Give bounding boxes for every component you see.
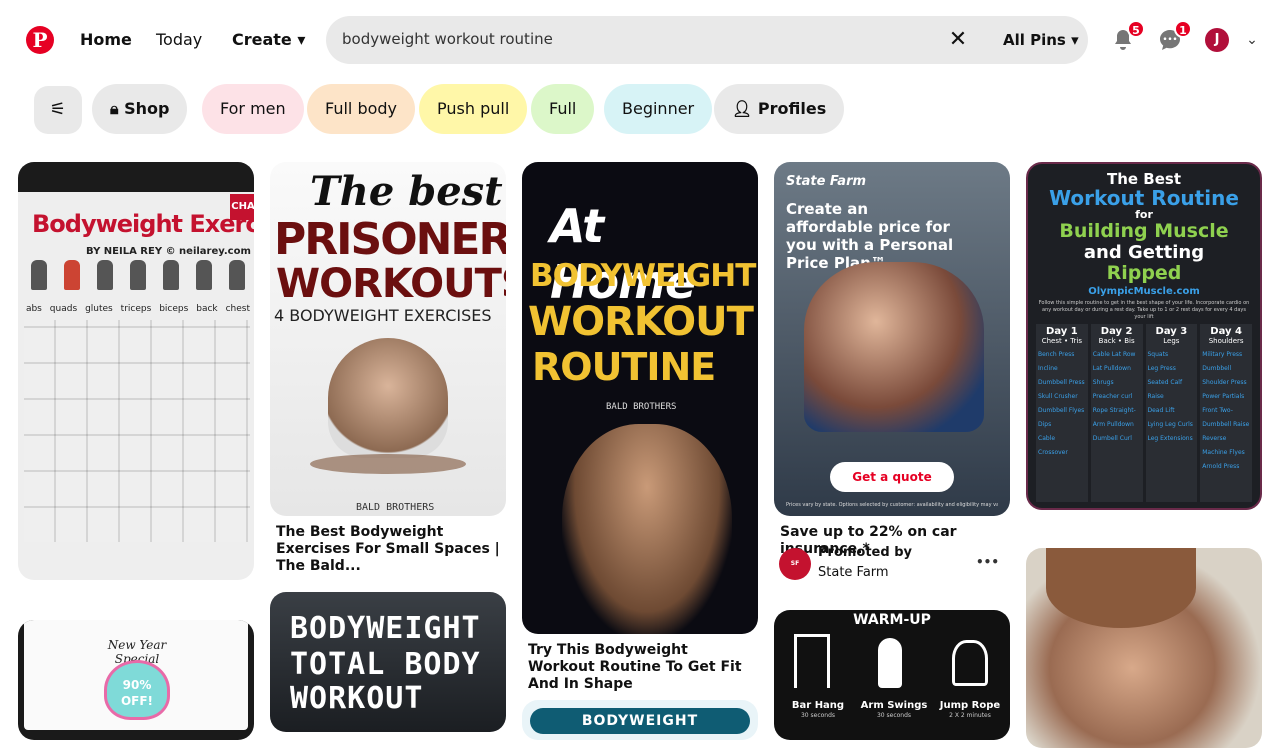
chip-for-men[interactable]: For men — [202, 84, 304, 134]
pin-line-prisoner: PRISONER — [274, 214, 506, 265]
notifications-badge: 5 — [1127, 20, 1145, 38]
muscle-figures — [22, 260, 254, 290]
chip-full[interactable]: Full — [531, 84, 595, 134]
pin-line-1: BODYWEIGHT — [290, 611, 481, 646]
offer-heart: 90% OFF! — [104, 660, 170, 720]
pin-prisoner-workouts[interactable]: The best PRISONER WORKOUTS 4 BODYWEIGHT … — [270, 162, 506, 516]
advertiser-name[interactable]: State Farm — [818, 565, 889, 580]
athlete-photo — [328, 338, 448, 458]
search-input[interactable]: bodyweight workout routine — [342, 30, 553, 48]
chip-full-body[interactable]: Full body — [307, 84, 416, 134]
pin-video-workout[interactable] — [1026, 548, 1262, 748]
clear-search-button[interactable]: ✕ — [945, 28, 971, 54]
pin-line-workouts: WORKOUTS — [276, 261, 506, 307]
pin-title-2: Workout Routine — [1049, 186, 1239, 210]
warmup-item-sub: 30 seconds — [800, 712, 836, 719]
account-menu-chevron-icon[interactable]: ⌄ — [1240, 26, 1264, 54]
pin-subline: 4 BODYWEIGHT EXERCISES — [274, 306, 492, 325]
exercise-grid — [24, 320, 250, 542]
video-subject-hair — [1046, 548, 1196, 628]
pin-caption-at-home[interactable]: Try This Bodyweight Workout Routine To G… — [528, 642, 758, 693]
arm-swings-icon — [878, 638, 902, 688]
all-pins-dropdown[interactable]: All Pins ▾ — [1003, 29, 1079, 51]
routine-table: Day 1 Chest • Tris Bench Press Incline D… — [1036, 324, 1252, 502]
pin-line-the-best: The best — [310, 168, 503, 215]
user-avatar[interactable]: J — [1205, 28, 1229, 52]
person-icon: 👤︎ — [732, 99, 758, 118]
pin-line-bodyweight: BODYWEIGHT — [530, 258, 756, 294]
pin-title-4: Building Muscle — [1059, 220, 1229, 242]
pin-header-bar — [18, 162, 254, 192]
pin-caption-prisoner[interactable]: The Best Bodyweight Exercises For Small … — [276, 524, 506, 575]
pin-total-body-workout[interactable]: BODYWEIGHT TOTAL BODY WORKOUT — [270, 592, 506, 732]
messages-icon[interactable]: 1 — [1154, 20, 1192, 56]
day-column: Day 3 Legs Squats Leg Press Seated Calf … — [1145, 324, 1198, 502]
ad-fineprint: Prices vary by state. Options selected b… — [786, 502, 998, 508]
muscle-labels: abs quads glutes triceps biceps back chest — [25, 304, 250, 314]
more-options-icon[interactable]: ••• — [976, 555, 999, 569]
day-column: Day 1 Chest • Tris Bench Press Incline D… — [1036, 324, 1088, 502]
pin-headline: BODYWEIGHT WORKOUTS — [530, 708, 750, 740]
pin-intro: Follow this simple routine to get in the… — [1038, 300, 1250, 320]
warmup-item-sub: 30 seconds — [876, 712, 912, 719]
shopping-bag-icon: 🔒︎ — [110, 99, 125, 118]
get-quote-button[interactable]: Get a quote — [830, 462, 954, 492]
nav-create[interactable]: Create ▾ — [230, 29, 307, 51]
pin-state-farm-ad[interactable]: State Farm Create an affordable price fo… — [774, 162, 1010, 516]
pin-olympic-muscle-routine[interactable]: The Best Workout Routine for Building Mu… — [1026, 162, 1262, 510]
chip-push-pull[interactable]: Push pull — [419, 84, 528, 134]
warmup-item-label: Jump Rope — [939, 700, 1001, 711]
athlete-arms — [310, 454, 466, 474]
pin-bodyweight-exercises[interactable]: CHA Bodyweight Exercises BY NEILA REY © … — [18, 162, 254, 580]
pin-warm-up[interactable]: WARM-UP Bar Hang 30 seconds Arm Swings 3… — [774, 610, 1010, 740]
ad-photo — [804, 262, 984, 432]
pin-title: WARM-UP — [853, 612, 931, 628]
chip-profiles[interactable]: 👤︎ Profiles — [714, 84, 845, 134]
chip-shop[interactable]: 🔒︎ Shop — [92, 84, 188, 134]
pin-line-3: WORKOUT — [290, 681, 424, 716]
pin-line-2: TOTAL BODY — [290, 647, 481, 682]
pin-brand: BALD BROTHERS — [606, 402, 677, 412]
athlete-photo — [562, 424, 732, 634]
pin-line-routine: ROUTINE — [532, 345, 716, 389]
warmup-item-label: Arm Swings — [860, 700, 928, 711]
day-column: Day 4 Shoulders Military Press Dumbbell … — [1200, 324, 1252, 502]
pin-brand: BALD BROTHERS — [356, 502, 435, 513]
nav-today[interactable]: Today — [154, 29, 204, 51]
pin-title-5: and Getting — [1083, 242, 1205, 263]
pin-title-6: Ripped — [1106, 262, 1182, 284]
messages-badge: 1 — [1174, 20, 1192, 38]
promoted-label: Promoted by — [818, 545, 912, 560]
pin-chart-title: Bodyweight Exercises — [32, 210, 254, 238]
pin-site: OlympicMuscle.com — [1088, 286, 1200, 297]
pin-byline: BY NEILA REY © neilarey.com — [86, 246, 251, 257]
pin-at-home-bodyweight[interactable]: At Home BODYWEIGHT WORKOUT ROUTINE BALD … — [522, 162, 758, 634]
pin-new-year-special[interactable]: New Year Special 90% OFF! — [18, 620, 254, 740]
chip-beginner[interactable]: Beginner — [604, 84, 713, 134]
pin-line-workout: WORKOUT — [528, 299, 754, 345]
jump-rope-icon — [952, 640, 988, 686]
warmup-item-sub: 2 X 2 minutes — [949, 712, 991, 719]
pinterest-logo[interactable]: P — [26, 26, 54, 54]
warmup-item-label: Bar Hang — [791, 700, 845, 711]
pin-bodyweight-workouts[interactable]: BODYWEIGHT WORKOUTS — [522, 700, 758, 740]
notifications-bell-icon[interactable]: 5 — [1107, 20, 1145, 56]
state-farm-logo: State Farm — [786, 174, 867, 189]
filter-toggle-icon[interactable]: ⚟ — [34, 86, 82, 134]
nav-home[interactable]: Home — [78, 29, 134, 51]
day-column: Day 2 Back • Bis Cable Lat Row Lat Pulld… — [1090, 324, 1143, 502]
advertiser-avatar[interactable]: SF — [779, 548, 811, 580]
bar-hang-icon — [794, 634, 830, 688]
